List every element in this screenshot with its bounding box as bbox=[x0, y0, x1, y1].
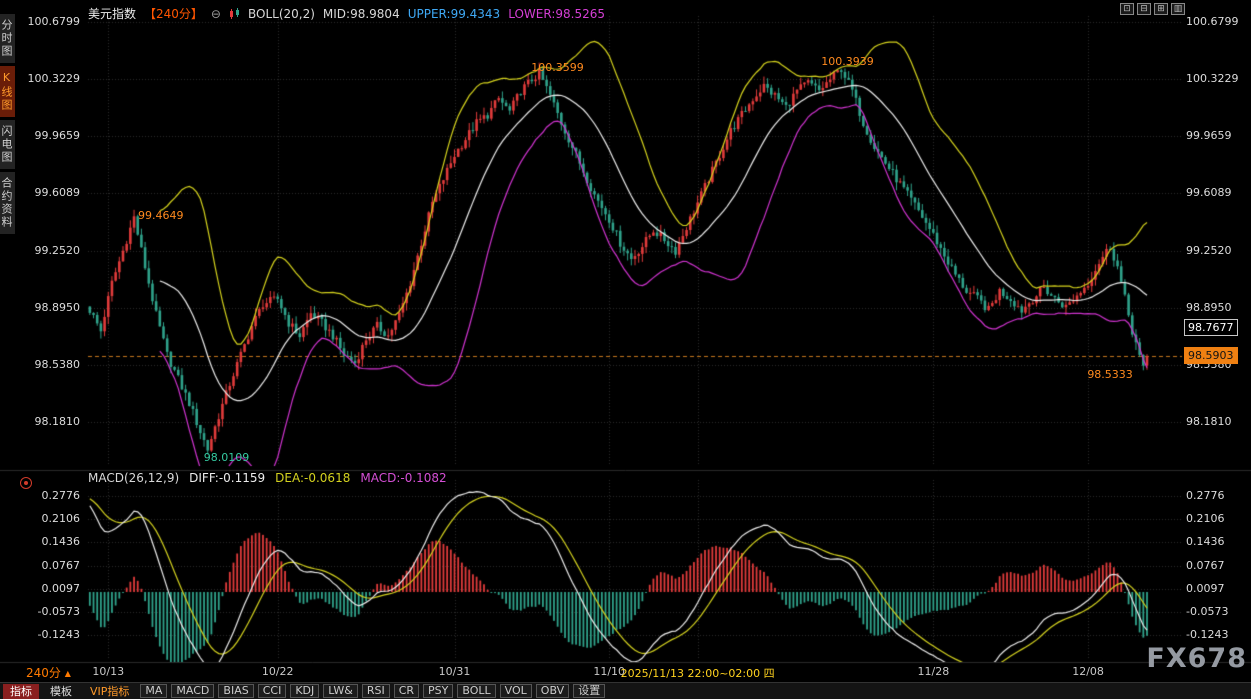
indicator-ma-button[interactable]: MA bbox=[140, 684, 167, 698]
boll-mid-value: MID:98.9804 bbox=[323, 7, 400, 21]
indicator-obv-button[interactable]: OBV bbox=[536, 684, 569, 698]
layout-multi-icon[interactable]: ▥ bbox=[1171, 3, 1185, 15]
vip-indicators-button[interactable]: VIP指标 bbox=[83, 683, 136, 699]
toolbar-tab-indicators[interactable]: 指标 bbox=[3, 684, 39, 699]
macd-macd-value: MACD:-0.1082 bbox=[360, 471, 446, 485]
macd-dea-value: DEA:-0.0618 bbox=[275, 471, 350, 485]
macd-settings-icon[interactable] bbox=[20, 477, 32, 489]
chart-header: 美元指数 【240分】 ⊖ BOLL(20,2) MID:98.9804 UPP… bbox=[88, 5, 605, 22]
settings-button[interactable]: 设置 bbox=[573, 684, 605, 698]
indicator-boll-button[interactable]: BOLL bbox=[457, 684, 495, 698]
toolbar-tab-templates[interactable]: 模板 bbox=[43, 684, 79, 699]
indicator-kdj-button[interactable]: KDJ bbox=[290, 684, 319, 698]
layout-single-icon[interactable]: ⊡ bbox=[1120, 3, 1134, 15]
boll-upper-value: UPPER:99.4343 bbox=[408, 7, 500, 21]
macd-diff-value: DIFF:-0.1159 bbox=[189, 471, 265, 485]
main-chart-canvas[interactable] bbox=[0, 0, 1251, 699]
indicator-cr-button[interactable]: CR bbox=[394, 684, 419, 698]
sidebar-tab-kline-chart[interactable]: K线图 bbox=[0, 66, 15, 117]
layout-grid-icon[interactable]: ⊞ bbox=[1154, 3, 1168, 15]
macd-indicator-label: MACD(26,12,9) bbox=[88, 471, 179, 485]
price-box-last-price: 98.5903 bbox=[1184, 347, 1238, 364]
sidebar-tab-contract-info[interactable]: 合约资料 bbox=[0, 172, 15, 234]
price-box-reference: 98.7677 bbox=[1184, 319, 1238, 336]
collapse-panel-icon[interactable]: ⊖ bbox=[211, 7, 221, 21]
boll-indicator-label: BOLL(20,2) bbox=[248, 7, 315, 21]
bottom-toolbar: 指标模板 VIP指标 MA MACD BIAS CCIKDJ LW&RSI CR PSY BOLL… bbox=[0, 682, 1251, 699]
left-sidebar: 分时图 K线图闪电图合约资料 bbox=[0, 14, 16, 234]
period-arrow-icon: ▲ bbox=[65, 669, 71, 678]
indicator-cci-button[interactable]: CCI bbox=[258, 684, 287, 698]
indicator-macd-button[interactable]: MACD bbox=[171, 684, 214, 698]
indicator-psy-button[interactable]: PSY bbox=[423, 684, 453, 698]
period-selector-text: 240分 bbox=[26, 666, 61, 680]
period-label: 【240分】 bbox=[144, 5, 203, 22]
sidebar-tab-time-chart[interactable]: 分时图 bbox=[0, 14, 15, 63]
symbol-name: 美元指数 bbox=[88, 5, 136, 22]
boll-lower-value: LOWER:98.5265 bbox=[508, 7, 605, 21]
macd-header: MACD(26,12,9) DIFF:-0.1159 DEA:-0.0618 M… bbox=[88, 471, 447, 485]
layout-split-icon[interactable]: ⊟ bbox=[1137, 3, 1151, 15]
watermark: FX678 bbox=[1146, 643, 1247, 674]
indicator-vol-button[interactable]: VOL bbox=[500, 684, 532, 698]
sidebar-tab-flash-chart[interactable]: 闪电图 bbox=[0, 120, 15, 169]
layout-icon-group: ⊡⊟⊞▥ bbox=[1120, 3, 1185, 15]
indicator-rsi-button[interactable]: RSI bbox=[362, 684, 390, 698]
indicator-bias-button[interactable]: BIAS bbox=[218, 684, 253, 698]
indicator-lwr-button[interactable]: LW& bbox=[323, 684, 358, 698]
kline-icon bbox=[229, 8, 240, 19]
trading-terminal: 100.6799100.6799100.3229100.322999.96599… bbox=[0, 0, 1251, 699]
period-selector[interactable]: 240分 ▲ bbox=[26, 664, 71, 681]
